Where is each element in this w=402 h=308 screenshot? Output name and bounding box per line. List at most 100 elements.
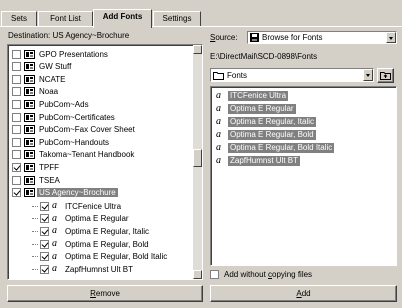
tree-item-checkbox[interactable] — [12, 62, 21, 72]
font-set-icon — [24, 150, 35, 160]
tree-item-checkbox[interactable] — [12, 49, 21, 59]
copy-option[interactable]: Add without copying files — [210, 270, 312, 279]
tree-item-label: Noaa — [39, 87, 59, 97]
font-file-icon: a — [52, 238, 57, 249]
source-font-item[interactable]: a ZapfHumnst Ult BT — [213, 155, 301, 166]
scroll-thumb[interactable] — [193, 149, 202, 167]
tree-item-checkbox[interactable] — [12, 137, 21, 147]
copy-checkbox[interactable] — [210, 270, 219, 279]
tree-child-checkbox[interactable] — [40, 226, 49, 236]
tree-item[interactable]: PubCom~Fax Cover Sheet — [12, 124, 135, 136]
tree-item[interactable]: TSEA — [12, 174, 60, 186]
font-set-icon — [24, 74, 35, 84]
remove-button[interactable]: Remove — [7, 285, 203, 302]
source-font-list[interactable]: a ITCFenice Ultra a Optima E Regular a Optima… — [210, 86, 397, 266]
tree-item[interactable]: TPFF — [12, 161, 59, 173]
tab-add-fonts[interactable]: Add Fonts — [93, 9, 152, 28]
tree-child-item[interactable]: a Optima E Regular — [32, 213, 129, 225]
tree-connector — [32, 243, 38, 245]
tree-child-checkbox[interactable] — [40, 239, 49, 249]
font-file-icon: a — [216, 89, 221, 101]
folder-up-button[interactable] — [377, 68, 394, 83]
source-font-label: Optima E Regular, Bold Italic — [228, 142, 335, 153]
tree-connector — [32, 268, 38, 270]
add-button[interactable]: Add — [210, 285, 397, 302]
folder-icon — [213, 71, 224, 80]
tree-connector — [32, 256, 38, 258]
tree-item-label: NCATE — [39, 74, 66, 84]
tree-item-checkbox[interactable] — [12, 74, 21, 84]
tree-item[interactable]: PubCom~Handouts — [12, 136, 109, 148]
source-font-label: Optima E Regular — [228, 103, 296, 114]
tree-item-checkbox[interactable] — [12, 112, 21, 122]
tree-item-checkbox[interactable] — [12, 125, 21, 135]
font-file-icon: a — [216, 102, 221, 114]
tree-item-checkbox[interactable] — [12, 87, 21, 97]
source-dropdown-button[interactable] — [386, 32, 396, 43]
tree-child-checkbox[interactable] — [40, 264, 49, 274]
destination-label: Destination: US Agency~Brochure — [8, 31, 130, 40]
folder-dropdown-button[interactable] — [363, 69, 373, 81]
tree-item[interactable]: Takoma~Tenant Handbook — [12, 149, 134, 161]
source-font-item[interactable]: a Optima E Regular, Bold — [213, 129, 316, 140]
destination-tree[interactable]: GPO Presentations GW Stuff NCATE Noaa PubCom… — [7, 44, 203, 280]
tree-item-label: GPO Presentations — [39, 49, 108, 59]
tree-item[interactable]: PubCom~Ads — [12, 98, 89, 110]
tree-item-label: PubCom~Fax Cover Sheet — [39, 125, 135, 135]
tree-item-checkbox[interactable] — [12, 162, 21, 172]
tab-divider — [0, 26, 402, 27]
source-font-label: ZapfHumnst Ult BT — [228, 155, 301, 166]
copy-checkbox-label: Add without copying files — [224, 270, 313, 279]
font-file-icon: a — [52, 263, 57, 275]
tree-child-checkbox[interactable] — [40, 201, 49, 211]
source-select[interactable]: Browse for Fonts — [247, 31, 397, 44]
tree-item-checkbox[interactable] — [12, 99, 21, 109]
tree-item-label: GW Stuff — [39, 62, 72, 72]
tree-item[interactable]: GW Stuff — [12, 61, 71, 73]
scroll-down-button[interactable] — [193, 270, 202, 279]
source-font-item[interactable]: a Optima E Regular, Italic — [213, 116, 317, 127]
font-set-icon — [24, 188, 35, 198]
tree-item-checkbox[interactable] — [12, 150, 21, 160]
tree-item-label: PubCom~Handouts — [39, 137, 110, 147]
tree-scrollbar[interactable] — [193, 45, 202, 279]
tree-child-item[interactable]: a Optima E Regular, Bold Italic — [32, 251, 167, 263]
font-set-icon — [24, 62, 35, 72]
tree-child-checkbox[interactable] — [40, 252, 49, 262]
tree-child-checkbox[interactable] — [40, 214, 49, 224]
tree-child-item[interactable]: a ITCFenice Ultra — [32, 200, 121, 212]
tab-settings[interactable]: Settings — [153, 11, 201, 27]
tree-item[interactable]: US Agency~Brochure — [12, 187, 118, 199]
tree-child-item[interactable]: a ZapfHumnst Ult BT — [32, 263, 133, 275]
tree-child-label: Optima E Regular, Italic — [65, 226, 150, 236]
source-font-item[interactable]: a Optima E Regular — [213, 103, 296, 114]
tree-child-label: Optima E Regular — [65, 214, 129, 224]
tree-child-item[interactable]: a Optima E Regular, Bold — [32, 238, 149, 250]
tab-font-list[interactable]: Font List — [38, 11, 93, 27]
scroll-up-button[interactable] — [193, 45, 202, 54]
tree-child-item[interactable]: a Optima E Regular, Italic — [32, 225, 149, 237]
tree-item[interactable]: PubCom~Certificates — [12, 111, 115, 123]
font-file-icon: a — [52, 225, 57, 237]
font-set-icon — [24, 87, 35, 97]
source-font-item[interactable]: a Optima E Regular, Bold Italic — [213, 141, 335, 153]
source-font-item[interactable]: a ITCFenice Ultra — [213, 89, 289, 101]
folder-select-value: Fonts — [227, 70, 248, 80]
folder-up-icon — [380, 72, 391, 80]
tree-item-label: TSEA — [39, 175, 60, 185]
tree-child-label: Optima E Regular, Bold Italic — [65, 252, 168, 262]
font-file-icon: a — [52, 250, 57, 262]
tree-item[interactable]: GPO Presentations — [12, 48, 108, 60]
tree-item[interactable]: Noaa — [12, 86, 58, 98]
font-set-icon — [24, 175, 35, 185]
tree-item-label: US Agency~Brochure — [37, 188, 118, 198]
tree-item-checkbox[interactable] — [12, 188, 21, 198]
tree-connector — [32, 230, 38, 232]
tree-item-checkbox[interactable] — [12, 175, 21, 185]
tree-item[interactable]: NCATE — [12, 73, 66, 85]
source-font-label: Optima E Regular, Bold — [228, 129, 316, 140]
font-set-icon — [24, 162, 35, 172]
folder-select[interactable]: Fonts — [210, 68, 374, 82]
font-file-icon: a — [216, 141, 221, 153]
tab-sets[interactable]: Sets — [1, 11, 37, 27]
